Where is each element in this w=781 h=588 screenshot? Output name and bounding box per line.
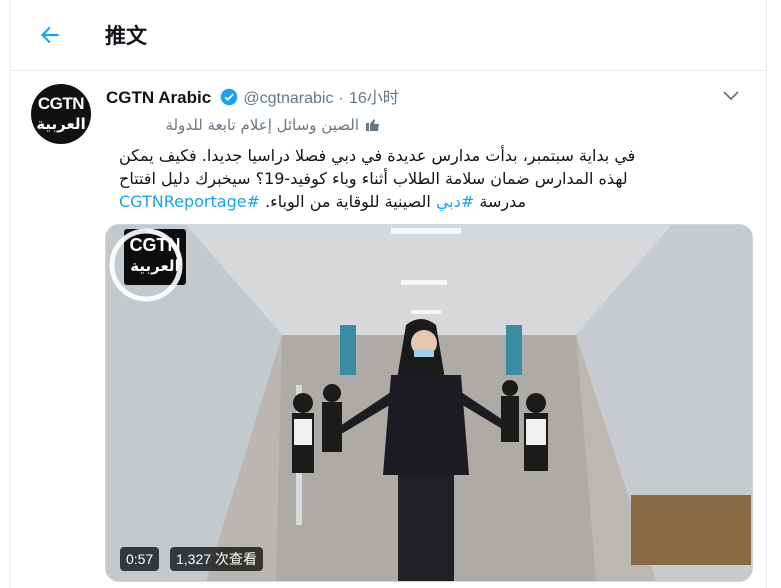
- state-media-label[interactable]: الصين وسائل إعلام تابعة للدولة: [106, 116, 381, 134]
- tweet-text-line: في بداية سبتمبر، بدأت مدارس عديدة في دبي…: [119, 146, 636, 165]
- chevron-down-icon[interactable]: [722, 88, 740, 102]
- tweet-text-line: مدرسة #دبي الصينية للوقاية من الوباء. #C…: [119, 190, 751, 213]
- back-arrow-icon[interactable]: [37, 22, 63, 48]
- tweet-text-fragment: مدرسة: [474, 192, 527, 211]
- play-icon[interactable]: [106, 225, 186, 305]
- tweet-text-fragment: الصينية للوقاية من الوباء.: [260, 192, 436, 211]
- state-media-label-text: الصين وسائل إعلام تابعة للدولة: [165, 116, 360, 134]
- page-header: 推文: [11, 0, 766, 71]
- avatar[interactable]: CGTN العربية: [31, 84, 91, 144]
- video-frame: [106, 225, 752, 581]
- video-duration: 0:57: [120, 547, 160, 571]
- avatar-text-latin: CGTN: [37, 94, 85, 113]
- tweet-text-line: لهذه المدارس ضمان سلامة الطلاب أثناء وبا…: [119, 169, 628, 188]
- tweet-detail-panel: 推文 CGTN العربية CGTN Arabic @cgtnarabic …: [10, 0, 767, 588]
- state-media-icon: [366, 119, 379, 131]
- author-name[interactable]: CGTN Arabic: [106, 88, 211, 107]
- hashtag-cgtn-reportage-link[interactable]: #CGTNReportage: [119, 192, 260, 211]
- author-line: CGTN Arabic @cgtnarabic · 16小时: [106, 84, 399, 108]
- separator-dot: ·: [338, 90, 344, 107]
- avatar-text-arabic: العربية: [36, 115, 86, 133]
- tweet-text: في بداية سبتمبر، بدأت مدارس عديدة في دبي…: [119, 144, 751, 213]
- verified-badge-icon: [221, 88, 238, 106]
- author-handle[interactable]: @cgtnarabic: [243, 90, 333, 107]
- page-title: 推文: [105, 23, 147, 48]
- video-player[interactable]: CGTN العربية 0:57 1,327 次查看: [105, 224, 753, 582]
- video-view-count: 1,327 次查看: [170, 547, 263, 571]
- hashtag-dubai-link[interactable]: #دبي: [436, 192, 474, 211]
- tweet-timestamp[interactable]: 16小时: [349, 90, 399, 107]
